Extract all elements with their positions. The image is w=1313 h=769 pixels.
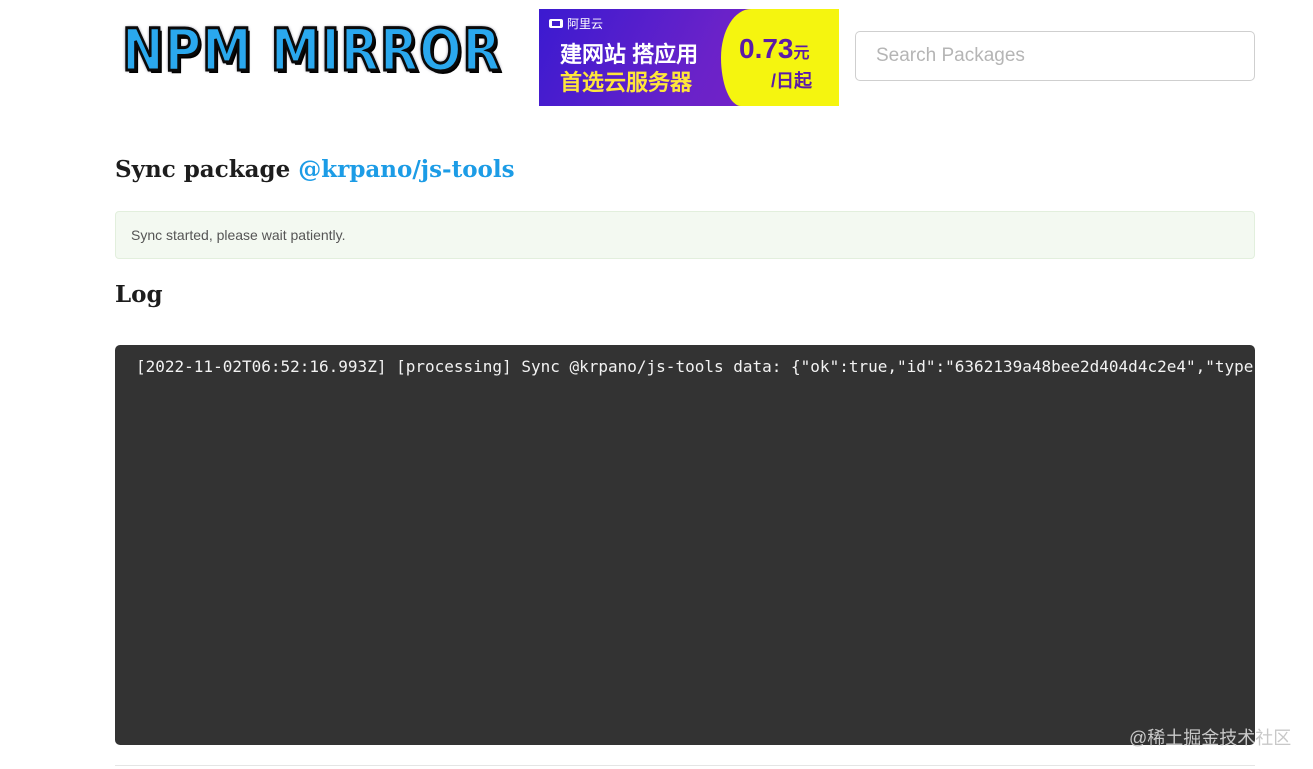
ad-subheadline: 首选云服务器 <box>560 70 693 95</box>
ad-brand: 阿里云 <box>549 15 603 32</box>
log-heading: Log <box>115 281 163 308</box>
search-input[interactable] <box>855 31 1255 81</box>
sync-status-alert: Sync started, please wait patiently. <box>115 211 1255 259</box>
page: NPM MIRROR 阿里云 建网站 搭应用 首选云服务器 0.73元 /日起 … <box>0 0 1313 769</box>
ad-price-per: /日起 <box>771 71 813 91</box>
ad-price-unit: 元 <box>793 45 810 62</box>
aliyun-logo-icon <box>549 19 563 28</box>
ad-brand-name: 阿里云 <box>567 17 604 31</box>
log-output[interactable]: [2022-11-02T06:52:16.993Z] [processing] … <box>115 345 1255 745</box>
watermark: @稀土掘金技术社区 <box>1129 728 1292 748</box>
alert-text: Sync started, please wait patiently. <box>131 227 346 243</box>
page-title: Sync package @krpano/js-tools <box>115 156 515 183</box>
logo-text: NPM MIRROR <box>121 15 502 86</box>
ad-price: 0.73元 <box>739 33 810 65</box>
npm-mirror-logo[interactable]: NPM MIRROR <box>121 12 526 88</box>
footer-divider <box>115 765 1255 766</box>
advertisement-banner[interactable]: 阿里云 建网站 搭应用 首选云服务器 0.73元 /日起 <box>539 9 839 106</box>
ad-price-value: 0.73 <box>739 33 794 64</box>
log-line: [2022-11-02T06:52:16.993Z] [processing] … <box>136 357 1255 376</box>
package-link[interactable]: @krpano/js-tools <box>298 156 514 183</box>
title-prefix: Sync package <box>115 156 299 183</box>
